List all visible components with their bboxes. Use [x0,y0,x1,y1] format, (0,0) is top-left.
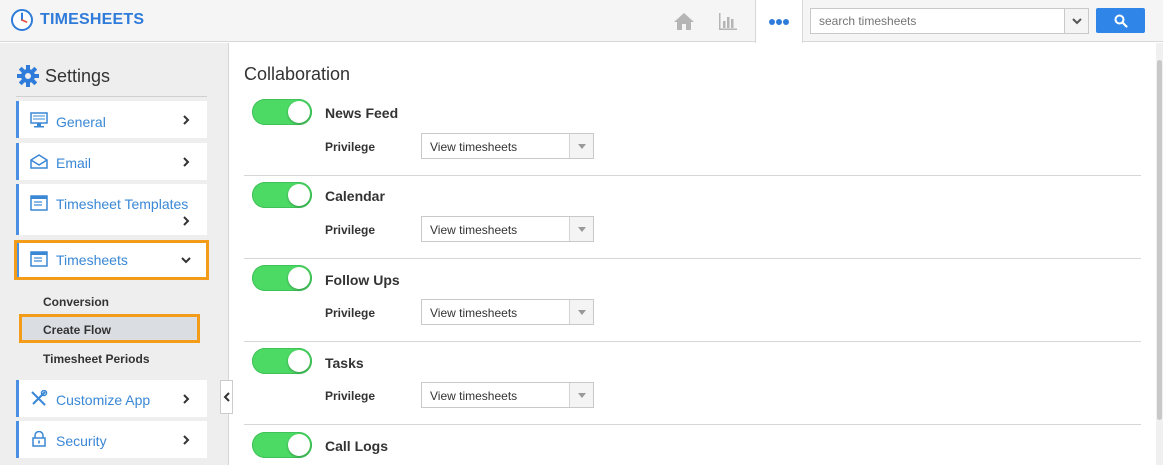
calendar-toggle[interactable] [252,182,312,208]
news-feed-privilege-select[interactable]: View timesheets [421,133,594,159]
stats-button[interactable] [712,0,744,42]
news-feed-toggle[interactable] [252,99,312,125]
stats-icon [719,13,737,30]
row-title: News Feed [325,105,399,121]
gear-icon [17,65,39,87]
sidebar-subitem-timesheet-periods[interactable]: Timesheet Periods [43,352,150,366]
privilege-label: Privilege [325,389,376,403]
scrollbar-thumb[interactable] [1157,60,1162,420]
toggle-knob [288,350,310,372]
top-bar: TIMESHEETS [0,0,1163,43]
row-divider [244,424,1141,425]
more-button[interactable] [755,0,803,43]
caret-down-icon [577,143,586,149]
sidebar-item-general[interactable]: General [16,101,207,138]
search-icon [1114,14,1128,28]
caret-down-icon [577,309,586,315]
envelope-icon [30,154,48,169]
sidebar-item-label: Security [56,433,107,449]
calendar-privilege-select[interactable]: View timesheets [421,216,594,242]
sidebar-collapse-button[interactable] [220,380,233,414]
chevron-right-icon [183,216,190,226]
select-arrow [569,217,593,241]
tasks-toggle[interactable] [252,348,312,374]
toggle-knob [288,434,310,456]
toggle-knob [288,101,310,123]
template-icon [30,251,48,267]
call-logs-toggle[interactable] [252,432,312,458]
tasks-privilege-select[interactable]: View timesheets [421,382,594,408]
select-value: View timesheets [430,389,518,403]
sidebar-item-label: Timesheets [56,252,128,268]
sidebar-subitem-conversion[interactable]: Conversion [43,295,109,309]
select-value: View timesheets [430,223,518,237]
chevron-down-icon [1071,18,1082,25]
caret-down-icon [577,226,586,232]
chevron-right-icon [183,115,190,125]
follow-ups-privilege-select[interactable]: View timesheets [421,299,594,325]
row-divider [244,175,1141,176]
chevron-right-icon [183,394,190,404]
sidebar-item-security[interactable]: Security [16,421,207,458]
select-value: View timesheets [430,140,518,154]
row-title: Follow Ups [325,272,400,288]
toggle-knob [288,184,310,206]
more-icon [769,18,789,25]
chevron-right-icon [183,435,190,445]
settings-header: Settings [16,64,110,88]
sidebar-item-label: Email [56,155,92,171]
sidebar-item-timesheets[interactable]: Timesheets [14,240,209,280]
privilege-label: Privilege [325,140,376,154]
settings-title: Settings [45,65,111,86]
chevron-down-icon [181,257,191,264]
row-title: Calendar [325,188,385,204]
sidebar-item-label: General [56,114,106,130]
row-title: Tasks [325,355,364,371]
select-arrow [569,383,593,407]
caret-down-icon [577,392,586,398]
privilege-label: Privilege [325,306,376,320]
sidebar-item-email[interactable]: Email [16,143,207,180]
lock-icon [32,431,46,447]
home-icon [674,13,694,30]
sidebar-item-label: Timesheet Templates [56,196,189,212]
toggle-knob [288,267,310,289]
sidebar-subitem-create-flow-label[interactable]: Create Flow [43,323,111,337]
select-arrow [569,300,593,324]
app-brand[interactable]: TIMESHEETS [10,8,144,32]
search-input[interactable] [810,8,1065,34]
row-divider [244,258,1141,259]
monitor-icon [30,112,48,128]
search-button[interactable] [1096,8,1145,33]
divider [16,96,207,97]
select-arrow [569,134,593,158]
sidebar-item-customize-app[interactable]: Customize App [16,380,207,417]
select-value: View timesheets [430,306,518,320]
template-icon [30,195,48,211]
tools-icon [31,390,48,406]
page-title: Collaboration [244,64,351,84]
sidebar-item-label: Customize App [56,392,151,408]
app-title: TIMESHEETS [40,11,145,28]
row-divider [244,341,1141,342]
home-button[interactable] [668,0,700,42]
chevron-left-icon [223,392,230,402]
privilege-label: Privilege [325,223,376,237]
follow-ups-toggle[interactable] [252,265,312,291]
sidebar-item-timesheet-templates[interactable]: Timesheet Templates [16,184,207,235]
row-title: Call Logs [325,438,389,454]
search-dropdown-button[interactable] [1065,8,1089,34]
chevron-right-icon [183,157,190,167]
clock-icon [11,9,33,31]
